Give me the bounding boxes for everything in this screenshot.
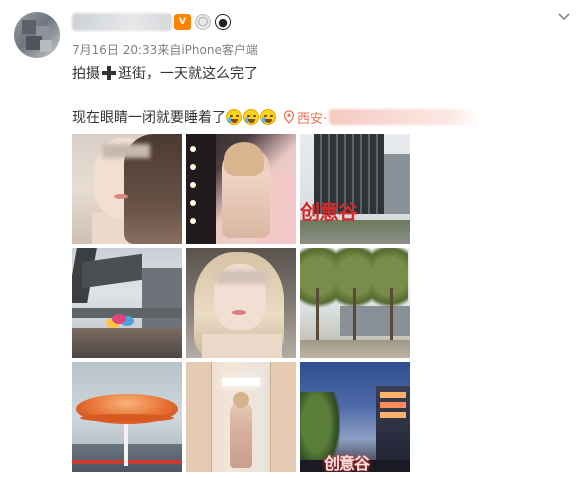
photo-thumbnail-8[interactable] — [186, 362, 296, 472]
sleepy-crying-emoji-icon — [226, 109, 242, 125]
photo-thumbnail-7[interactable] — [72, 362, 182, 472]
post-text-segment: 逛街，一天就这么完了 — [118, 66, 258, 82]
sign-text: 创意谷 — [324, 454, 370, 472]
location-pin-icon — [283, 110, 295, 124]
panda-badge-icon[interactable]: ● — [215, 14, 231, 30]
photo-thumbnail-5[interactable] — [186, 248, 296, 358]
photo-thumbnail-9[interactable]: 创意谷 — [300, 362, 410, 472]
photo-thumbnail-2[interactable] — [186, 134, 296, 244]
post-text-segment: 拍摄 — [72, 66, 100, 82]
chevron-down-icon[interactable] — [557, 10, 571, 24]
photo-thumbnail-1[interactable] — [72, 134, 182, 244]
weibo-post-card: V ◯ ● 7月16日 20:33来自iPhone客户端 拍摄 逛街，一天就这么… — [0, 0, 583, 478]
post-time[interactable]: 20:33 — [123, 43, 158, 57]
cross-mark-emoji-icon — [102, 66, 116, 80]
post-source: 来自iPhone客户端 — [157, 43, 258, 57]
vip-badge-icon[interactable]: V — [174, 14, 191, 30]
sign-text: 创意谷 — [300, 200, 358, 224]
location-redacted — [329, 109, 480, 125]
username-redacted[interactable] — [72, 13, 172, 31]
post-text-line-1: 拍摄 逛街，一天就这么完了 — [72, 63, 258, 83]
medal-badge-icon[interactable]: ◯ — [195, 14, 211, 30]
avatar-mosaic — [22, 20, 36, 34]
photo-thumbnail-6[interactable] — [300, 248, 410, 358]
avatar[interactable] — [14, 12, 60, 58]
sleepy-crying-emoji-icon — [260, 109, 276, 125]
post-text-segment: 现在眼睛一闭就要睡着了 — [72, 110, 226, 126]
avatar-mosaic — [40, 40, 52, 52]
post-date[interactable]: 7月16日 — [72, 43, 119, 57]
user-badges: V ◯ ● — [174, 14, 231, 30]
sleepy-crying-emoji-icon — [243, 109, 259, 125]
photo-grid: 创意谷 创意谷 — [72, 134, 410, 472]
photo-thumbnail-4[interactable] — [72, 248, 182, 358]
post-meta: 7月16日 20:33来自iPhone客户端 — [72, 41, 258, 58]
post-text-line-2: 现在眼睛一闭就要睡着了 西安· — [72, 107, 480, 127]
location-link[interactable]: 西安· — [297, 108, 327, 127]
photo-thumbnail-3[interactable]: 创意谷 — [300, 134, 410, 244]
